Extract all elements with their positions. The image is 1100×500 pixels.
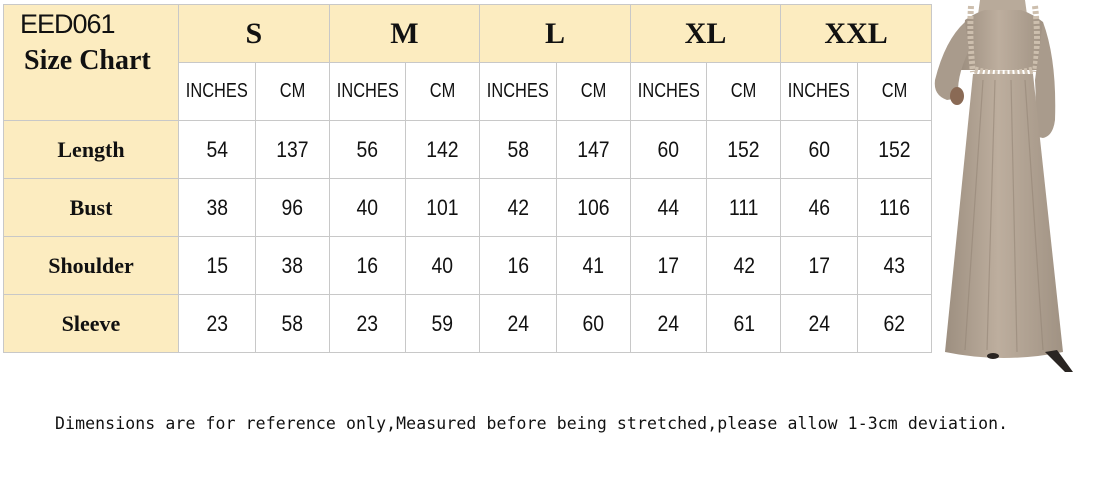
measurement-cell: 17 bbox=[629, 236, 708, 295]
measurement-cell: 60 bbox=[555, 294, 631, 353]
chart-corner-cell: EED061 Size Chart bbox=[3, 4, 179, 121]
measurement-cell: 137 bbox=[254, 120, 330, 179]
measurement-cell: 152 bbox=[706, 120, 782, 179]
measurement-cell: 40 bbox=[328, 178, 407, 237]
row-label: Bust bbox=[3, 178, 179, 237]
measurement-cell: 60 bbox=[629, 120, 708, 179]
measurement-cell: 42 bbox=[706, 236, 782, 295]
measurement-cell: 116 bbox=[856, 178, 932, 237]
measurement-cell: 16 bbox=[328, 236, 407, 295]
unit-header-inches: INCHES bbox=[479, 62, 557, 121]
measurement-row-sleeve: Sleeve 23 58 23 59 24 60 24 61 24 62 bbox=[3, 294, 932, 353]
measurement-cell: 101 bbox=[405, 178, 481, 237]
row-label: Length bbox=[3, 120, 179, 179]
measurement-cell: 16 bbox=[479, 236, 557, 295]
measurement-cell: 54 bbox=[178, 120, 256, 179]
model-dress-photo bbox=[934, 0, 1073, 372]
measurement-cell: 24 bbox=[780, 294, 858, 353]
unit-header-cm: CM bbox=[405, 62, 481, 121]
size-header-xxl: XXL bbox=[780, 4, 932, 63]
unit-header-cm: CM bbox=[555, 62, 631, 121]
measurement-cell: 111 bbox=[706, 178, 782, 237]
measurement-cell: 60 bbox=[780, 120, 858, 179]
size-chart-table: EED061 Size Chart S M L XL XXL INCHES CM… bbox=[3, 4, 932, 353]
measurement-cell: 96 bbox=[254, 178, 330, 237]
chart-title: Size Chart bbox=[24, 45, 151, 76]
measurement-cell: 142 bbox=[405, 120, 481, 179]
unit-header-inches: INCHES bbox=[629, 62, 708, 121]
unit-header-inches: INCHES bbox=[328, 62, 407, 121]
measurement-cell: 38 bbox=[254, 236, 330, 295]
size-header-row: EED061 Size Chart S M L XL XXL bbox=[3, 4, 932, 121]
measurement-cell: 106 bbox=[555, 178, 631, 237]
measurement-cell: 44 bbox=[629, 178, 708, 237]
measurement-cell: 24 bbox=[479, 294, 557, 353]
measurement-cell: 40 bbox=[405, 236, 481, 295]
deviation-note: Dimensions are for reference only,Measur… bbox=[55, 414, 1009, 433]
measurement-cell: 58 bbox=[479, 120, 557, 179]
measurement-cell: 61 bbox=[706, 294, 782, 353]
unit-header-cm: CM bbox=[706, 62, 782, 121]
measurement-cell: 147 bbox=[555, 120, 631, 179]
size-header-l: L bbox=[479, 4, 631, 63]
measurement-cell: 43 bbox=[856, 236, 932, 295]
measurement-rows: Length 54 137 56 142 58 147 60 152 60 152 Bust 38 96 4… bbox=[3, 120, 932, 353]
row-label: Sleeve bbox=[3, 294, 179, 353]
measurement-cell: 56 bbox=[328, 120, 407, 179]
product-code: EED061 bbox=[20, 9, 116, 39]
unit-header-inches: INCHES bbox=[178, 62, 256, 121]
measurement-cell: 152 bbox=[856, 120, 932, 179]
row-label: Shoulder bbox=[3, 236, 179, 295]
measurement-cell: 23 bbox=[328, 294, 407, 353]
measurement-cell: 42 bbox=[479, 178, 557, 237]
measurement-cell: 23 bbox=[178, 294, 256, 353]
size-header-m: M bbox=[328, 4, 481, 63]
unit-header-cm: CM bbox=[254, 62, 330, 121]
size-header-s: S bbox=[178, 4, 330, 63]
measurement-cell: 41 bbox=[555, 236, 631, 295]
measurement-cell: 38 bbox=[178, 178, 256, 237]
measurement-cell: 46 bbox=[780, 178, 858, 237]
measurement-cell: 17 bbox=[780, 236, 858, 295]
unit-header-inches: INCHES bbox=[780, 62, 858, 121]
measurement-row-bust: Bust 38 96 40 101 42 106 44 111 46 116 bbox=[3, 178, 932, 237]
measurement-row-length: Length 54 137 56 142 58 147 60 152 60 152 bbox=[3, 120, 932, 179]
size-header-xl: XL bbox=[629, 4, 782, 63]
measurement-cell: 62 bbox=[856, 294, 932, 353]
unit-header-cm: CM bbox=[856, 62, 932, 121]
measurement-cell: 24 bbox=[629, 294, 708, 353]
measurement-cell: 15 bbox=[178, 236, 256, 295]
measurement-cell: 58 bbox=[254, 294, 330, 353]
measurement-row-shoulder: Shoulder 15 38 16 40 16 41 17 42 17 43 bbox=[3, 236, 932, 295]
measurement-cell: 59 bbox=[405, 294, 481, 353]
